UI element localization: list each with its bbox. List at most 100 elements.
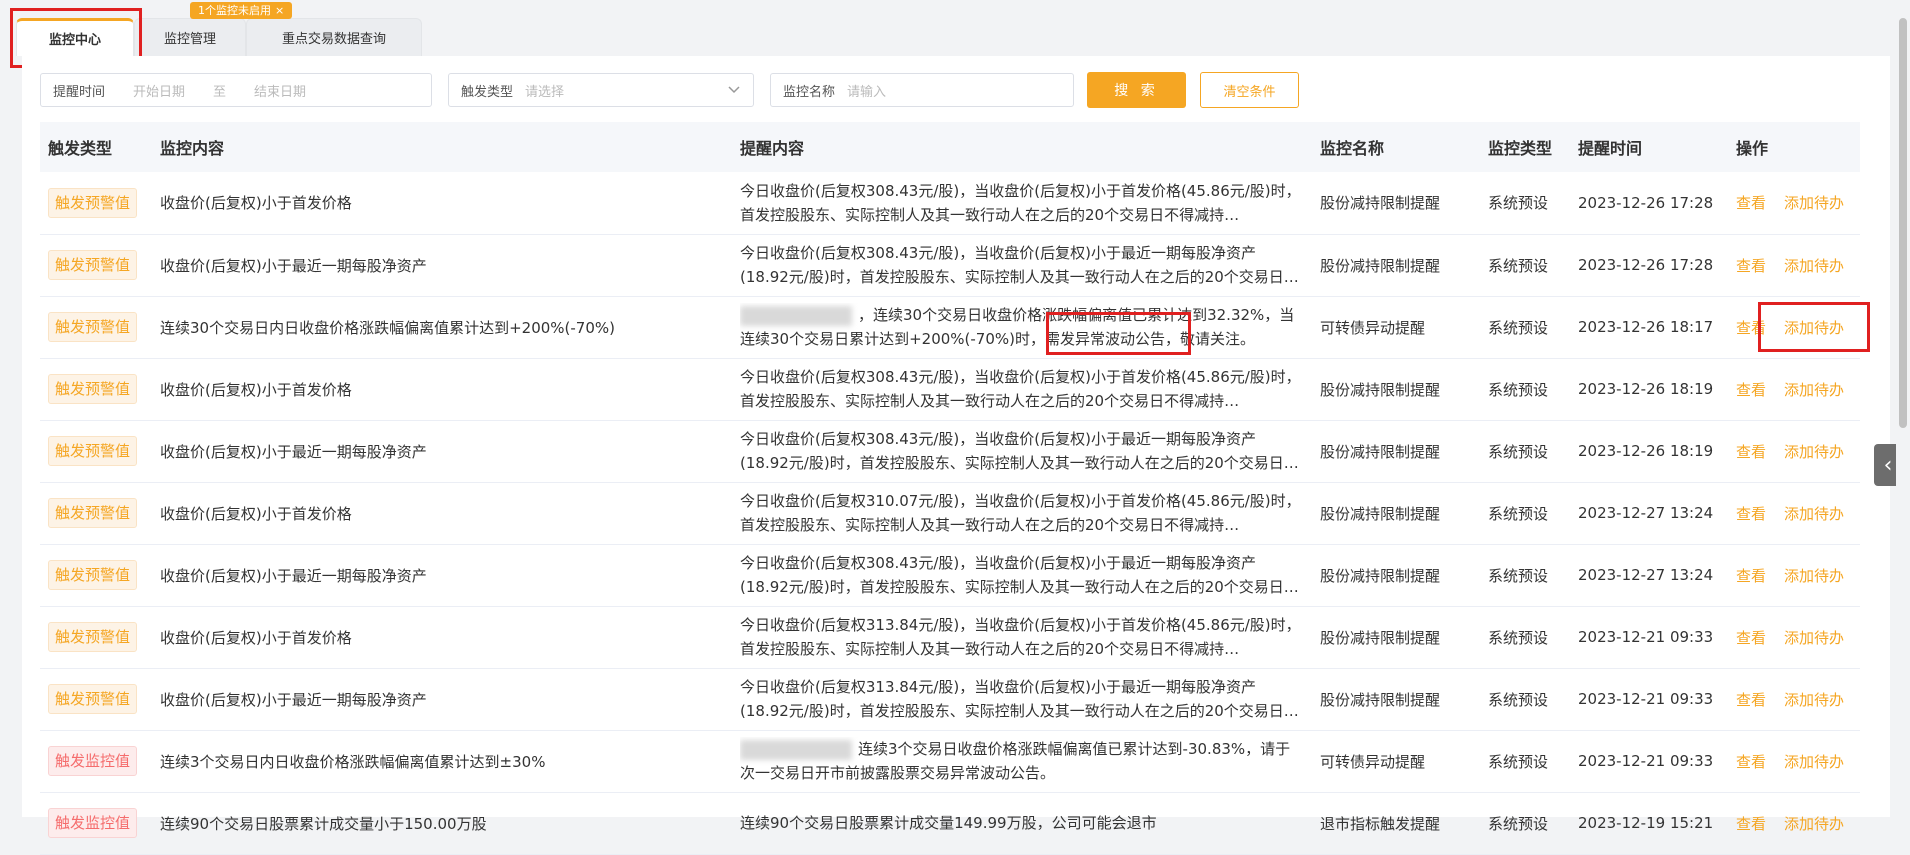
name-placeholder: 请输入 <box>847 84 887 100</box>
cell-remind-content: ，连续30个交易日收盘价格涨跌幅偏离值已累计达到32.32%，当连续30个交易日… <box>732 296 1312 359</box>
monitor-type-text: 系统预设 <box>1488 442 1549 461</box>
cell-monitor-content: 收盘价(后复权)小于首发价格 <box>152 172 732 235</box>
tab-key-trade-query[interactable]: 重点交易数据查询 <box>246 18 422 56</box>
remind-time-text: 2023-12-26 18:19 <box>1578 442 1714 460</box>
start-date-input[interactable]: 开始日期 <box>133 81 185 100</box>
header-monitor-content: 监控内容 <box>152 122 732 172</box>
cell-monitor-content: 连续3个交易日内日收盘价格涨跌幅偏离值累计达到±30% <box>152 730 732 793</box>
cell-monitor-content: 收盘价(后复权)小于最近一期每股净资产 <box>152 420 732 483</box>
remind-content: 今日收盘价(后复权313.84元/股)，当收盘价(后复权)小于首发价格(45.8… <box>740 613 1304 661</box>
add-todo-link[interactable]: 添加待办 <box>1784 257 1844 275</box>
end-date-input[interactable]: 结束日期 <box>254 81 306 100</box>
monitor-content-text: 收盘价(后复权)小于首发价格 <box>160 194 352 213</box>
add-todo-link[interactable]: 添加待办 <box>1784 691 1844 709</box>
monitor-name-text: 可转债异动提醒 <box>1320 318 1426 337</box>
tab-monitor-management[interactable]: 监控管理 <box>134 18 246 56</box>
cell-trigger-type: 触发预警值 <box>40 296 152 359</box>
search-button[interactable]: 搜 索 <box>1087 72 1186 108</box>
add-todo-link[interactable]: 添加待办 <box>1784 443 1844 461</box>
view-link[interactable]: 查看 <box>1736 505 1766 523</box>
vertical-scrollbar[interactable] <box>1896 0 1910 817</box>
monitor-content-text: 收盘价(后复权)小于最近一期每股净资产 <box>160 566 427 585</box>
remind-content: 今日收盘价(后复权308.43元/股)，当收盘价(后复权)小于首发价格(45.8… <box>740 365 1304 413</box>
monitor-type-text: 系统预设 <box>1488 318 1549 337</box>
monitor-name-text: 股份减持限制提醒 <box>1320 256 1441 275</box>
remind-time-text: 2023-12-26 17:28 <box>1578 193 1714 212</box>
cell-monitor-name: 股份减持限制提醒 <box>1312 668 1480 731</box>
remind-content: 今日收盘价(后复权308.43元/股)，当收盘价(后复权)小于首发价格(45.8… <box>740 179 1304 227</box>
cell-monitor-name: 股份减持限制提醒 <box>1312 606 1480 669</box>
header-monitor-name: 监控名称 <box>1312 122 1480 172</box>
cell-trigger-type: 触发预警值 <box>40 606 152 669</box>
trigger-type-tag: 触发预警值 <box>48 498 138 528</box>
remind-content: 连续90个交易日股票累计成交量149.99万股，公司可能会退市 <box>740 811 1304 835</box>
table-row: 触发预警值 收盘价(后复权)小于首发价格 今日收盘价(后复权308.43元/股)，当… <box>40 358 1860 421</box>
cell-monitor-name: 股份减持限制提醒 <box>1312 420 1480 483</box>
view-link[interactable]: 查看 <box>1736 381 1766 399</box>
view-link[interactable]: 查看 <box>1736 443 1766 461</box>
table-body: 触发预警值 收盘价(后复权)小于首发价格 今日收盘价(后复权308.43元/股)，当… <box>40 172 1860 855</box>
scrollbar-thumb[interactable] <box>1899 18 1907 428</box>
add-todo-link[interactable]: 添加待办 <box>1784 505 1844 523</box>
view-link[interactable]: 查看 <box>1736 753 1766 771</box>
monitor-content-text: 收盘价(后复权)小于最近一期每股净资产 <box>160 442 427 461</box>
cell-trigger-type: 触发预警值 <box>40 668 152 731</box>
table-row: 触发预警值 收盘价(后复权)小于最近一期每股净资产 今日收盘价(后复权308.43元… <box>40 420 1860 483</box>
cell-monitor-content: 收盘价(后复权)小于最近一期每股净资产 <box>152 234 732 297</box>
cell-monitor-type: 系统预设 <box>1480 482 1570 545</box>
cell-monitor-type: 系统预设 <box>1480 730 1570 793</box>
cell-monitor-name: 股份减持限制提醒 <box>1312 172 1480 235</box>
add-todo-link[interactable]: 添加待办 <box>1784 753 1844 771</box>
date-range-picker[interactable]: 提醒时间 开始日期 至 结束日期 <box>40 73 432 107</box>
close-icon[interactable]: × <box>275 4 284 17</box>
add-todo-link[interactable]: 添加待办 <box>1784 629 1844 647</box>
view-link[interactable]: 查看 <box>1736 815 1766 833</box>
trigger-type-select[interactable]: 触发类型 请选择 <box>448 73 754 107</box>
cell-trigger-type: 触发预警值 <box>40 544 152 607</box>
view-link[interactable]: 查看 <box>1736 629 1766 647</box>
remind-time-text: 2023-12-21 09:33 <box>1578 752 1714 770</box>
cell-monitor-content: 收盘价(后复权)小于首发价格 <box>152 606 732 669</box>
view-link[interactable]: 查看 <box>1736 257 1766 275</box>
clear-button[interactable]: 清空条件 <box>1200 72 1299 108</box>
badge-text: 1个监控未启用 <box>198 4 271 17</box>
header-trigger-type: 触发类型 <box>40 122 152 172</box>
trigger-type-tag: 触发预警值 <box>48 312 138 342</box>
view-link[interactable]: 查看 <box>1736 691 1766 709</box>
view-link[interactable]: 查看 <box>1736 567 1766 585</box>
cell-monitor-type: 系统预设 <box>1480 544 1570 607</box>
tab-label: 监控管理 <box>163 32 216 47</box>
monitor-type-text: 系统预设 <box>1488 194 1549 213</box>
highlight-box <box>1758 302 1870 352</box>
alert-table: 触发类型 监控内容 提醒内容 监控名称 监控类型 提醒时间 操作 触发预警值 收盘… <box>40 122 1860 855</box>
cell-actions: 查看 添加待办 <box>1728 792 1860 855</box>
remind-content-text: 今日收盘价(后复权308.43元/股)，当收盘价(后复权)小于最近一期每股净资产… <box>740 430 1284 472</box>
trigger-type-tag: 触发预警值 <box>48 187 138 218</box>
cell-monitor-type: 系统预设 <box>1480 234 1570 297</box>
cell-monitor-name: 股份减持限制提醒 <box>1312 482 1480 545</box>
cell-remind-content: 今日收盘价(后复权308.43元/股)，当收盘价(后复权)小于首发价格(45.8… <box>732 358 1312 421</box>
header-actions: 操作 <box>1728 122 1860 172</box>
cell-monitor-name: 可转债异动提醒 <box>1312 730 1480 793</box>
monitor-content-text: 收盘价(后复权)小于最近一期每股净资产 <box>160 690 427 709</box>
monitor-name-input[interactable]: 监控名称 请输入 <box>770 73 1074 107</box>
monitor-content-text: 连续30个交易日内日收盘价格涨跌幅偏离值累计达到+200%(-70%) <box>160 318 615 337</box>
cell-monitor-name: 股份减持限制提醒 <box>1312 544 1480 607</box>
remind-content: 今日收盘价(后复权308.43元/股)，当收盘价(后复权)小于最近一期每股净资产… <box>740 551 1304 599</box>
cell-remind-content: 今日收盘价(后复权308.43元/股)，当收盘价(后复权)小于最近一期每股净资产… <box>732 420 1312 483</box>
remind-content-text: 今日收盘价(后复权308.43元/股)，当收盘价(后复权)小于首发价格(45.8… <box>740 181 1301 224</box>
add-todo-link[interactable]: 添加待办 <box>1784 567 1844 585</box>
add-todo-link[interactable]: 添加待办 <box>1784 194 1844 212</box>
monitor-content-text: 收盘价(后复权)小于首发价格 <box>160 628 352 647</box>
cell-monitor-content: 收盘价(后复权)小于最近一期每股净资产 <box>152 668 732 731</box>
main-panel: 提醒时间 开始日期 至 结束日期 触发类型 请选择 监控名称 请输入 搜 索 清… <box>22 56 1890 855</box>
trigger-type-tag: 触发预警值 <box>48 374 138 404</box>
monitor-content-text: 收盘价(后复权)小于首发价格 <box>160 504 352 523</box>
cell-remind-time: 2023-12-21 09:33 <box>1570 730 1728 793</box>
monitor-name-text: 股份减持限制提醒 <box>1320 690 1441 709</box>
cell-monitor-content: 收盘价(后复权)小于首发价格 <box>152 358 732 421</box>
add-todo-link[interactable]: 添加待办 <box>1784 815 1844 833</box>
chevron-left-icon: ‹ <box>1883 452 1893 478</box>
view-link[interactable]: 查看 <box>1736 194 1766 212</box>
add-todo-link[interactable]: 添加待办 <box>1784 381 1844 399</box>
